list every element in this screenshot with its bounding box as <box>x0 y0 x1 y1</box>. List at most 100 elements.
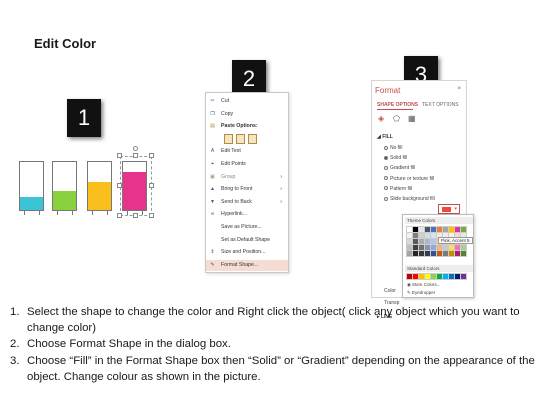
tab-text-options[interactable]: TEXT OPTIONS <box>422 102 459 108</box>
color-swatch[interactable] <box>442 250 449 257</box>
menu-item-paste-options[interactable]: ▤ Paste Options: <box>206 121 288 132</box>
color-swatch[interactable] <box>406 226 413 233</box>
color-swatch[interactable] <box>424 238 431 245</box>
color-swatch[interactable] <box>436 250 443 257</box>
eyedropper-item[interactable]: ✎ Eyedropper <box>407 290 435 296</box>
color-swatch[interactable] <box>448 250 455 257</box>
color-swatch[interactable] <box>436 273 443 280</box>
color-swatch[interactable] <box>406 238 413 245</box>
color-bar-shape[interactable] <box>52 161 77 215</box>
color-swatch[interactable] <box>418 244 425 251</box>
color-swatch[interactable] <box>460 244 467 251</box>
resize-handle[interactable] <box>149 153 154 158</box>
fill-option[interactable]: Solid fill <box>384 155 407 161</box>
color-swatch[interactable] <box>448 226 455 233</box>
fill-option[interactable]: No fill <box>384 145 403 151</box>
color-swatch[interactable] <box>406 244 413 251</box>
menu-item-send-to-back[interactable]: ▼ Send to Back › <box>206 197 288 208</box>
chevron-down-icon: ▾ <box>454 206 457 212</box>
resize-handle[interactable] <box>133 213 138 218</box>
tab-shape-options[interactable]: SHAPE OPTIONS <box>377 102 418 108</box>
resize-handle[interactable] <box>117 183 122 188</box>
color-bar-shape[interactable] <box>87 161 112 215</box>
paste-option-icon[interactable] <box>248 134 257 144</box>
color-swatch[interactable] <box>406 273 413 280</box>
resize-handle[interactable] <box>117 213 122 218</box>
resize-handle[interactable] <box>133 153 138 158</box>
color-swatch[interactable] <box>424 226 431 233</box>
color-swatch[interactable] <box>442 273 449 280</box>
color-swatch[interactable] <box>424 232 431 239</box>
color-swatch[interactable] <box>412 273 419 280</box>
color-swatch[interactable] <box>412 238 419 245</box>
selection-box[interactable] <box>120 156 152 216</box>
color-swatch[interactable] <box>454 273 461 280</box>
color-swatch[interactable] <box>424 250 431 257</box>
radio-icon <box>384 186 388 191</box>
paste-option-icon[interactable] <box>236 134 245 144</box>
color-swatch[interactable] <box>418 250 425 257</box>
color-swatch[interactable] <box>448 244 455 251</box>
color-swatch[interactable] <box>460 226 467 233</box>
resize-handle[interactable] <box>149 213 154 218</box>
color-swatch[interactable] <box>454 244 461 251</box>
menu-item-bring-to-front[interactable]: ▲ Bring to Front › <box>206 184 288 195</box>
paste-option-icon[interactable] <box>224 134 233 144</box>
resize-handle[interactable] <box>149 183 154 188</box>
size-properties-icon[interactable]: ▦ <box>408 115 416 123</box>
submenu-arrow-icon: › <box>280 198 282 205</box>
color-swatch[interactable] <box>418 238 425 245</box>
color-swatch[interactable] <box>454 226 461 233</box>
fill-option[interactable]: Gradient fill <box>384 165 415 171</box>
color-swatch[interactable] <box>436 226 443 233</box>
color-swatch[interactable] <box>430 250 437 257</box>
color-swatch[interactable] <box>442 226 449 233</box>
more-colors-item[interactable]: ◉ More Colors... <box>407 282 440 288</box>
menu-item-group[interactable]: ▣ Group › <box>206 172 288 183</box>
menu-item-save-as-picture[interactable]: Save as Picture... <box>206 222 288 233</box>
effects-icon[interactable]: ⬠ <box>393 115 401 123</box>
color-swatch[interactable] <box>412 226 419 233</box>
menu-item-cut[interactable]: ✂ Cut <box>206 96 288 107</box>
color-swatch[interactable] <box>460 250 467 257</box>
fill-option[interactable]: Pattern fill <box>384 186 412 192</box>
color-swatch[interactable] <box>442 244 449 251</box>
color-swatch[interactable] <box>406 232 413 239</box>
color-swatch[interactable] <box>430 238 437 245</box>
resize-handle[interactable] <box>117 153 122 158</box>
menu-item-set-as-default-shape[interactable]: Set as Default Shape <box>206 235 288 246</box>
color-swatch[interactable] <box>406 250 413 257</box>
menu-item-hyperlink[interactable]: ∞ Hyperlink... <box>206 209 288 220</box>
menu-item-edit-points[interactable]: ⌖ Edit Points <box>206 159 288 170</box>
step-badge-1: 1 <box>67 99 101 137</box>
color-swatch[interactable] <box>430 232 437 239</box>
menu-item-size-and-position[interactable]: ⇕ Size and Position... <box>206 247 288 258</box>
color-swatch[interactable] <box>412 232 419 239</box>
color-swatch[interactable] <box>412 244 419 251</box>
color-swatch[interactable] <box>412 250 419 257</box>
color-swatch[interactable] <box>424 244 431 251</box>
fill-section-header[interactable]: ◢ FILL <box>377 134 393 140</box>
color-swatch[interactable] <box>430 273 437 280</box>
fill-line-icon[interactable]: ◈ <box>378 115 386 123</box>
color-swatch[interactable] <box>418 226 425 233</box>
color-swatch[interactable] <box>418 273 425 280</box>
color-swatch[interactable] <box>424 273 431 280</box>
color-swatch[interactable] <box>418 232 425 239</box>
rotate-handle[interactable] <box>133 146 138 151</box>
color-picker-button[interactable]: ▾ <box>438 204 460 214</box>
color-swatch[interactable] <box>430 244 437 251</box>
color-bar-shape[interactable] <box>19 161 44 215</box>
fill-option[interactable]: Slide background fill <box>384 196 435 202</box>
instruction-step: 3. Choose “Fill” in the Format Shape box … <box>10 353 555 385</box>
color-swatch[interactable] <box>436 244 443 251</box>
color-swatch[interactable] <box>448 273 455 280</box>
menu-item-format-shape[interactable]: ✎ Format Shape... <box>206 259 288 271</box>
color-swatch[interactable] <box>454 250 461 257</box>
color-swatch[interactable] <box>430 226 437 233</box>
close-icon[interactable]: × <box>457 86 461 92</box>
fill-option[interactable]: Picture or texture fill <box>384 176 434 182</box>
menu-item-copy[interactable]: ❐ Copy <box>206 109 288 120</box>
color-swatch[interactable] <box>460 273 467 280</box>
menu-item-edit-text[interactable]: A Edit Text <box>206 146 288 157</box>
